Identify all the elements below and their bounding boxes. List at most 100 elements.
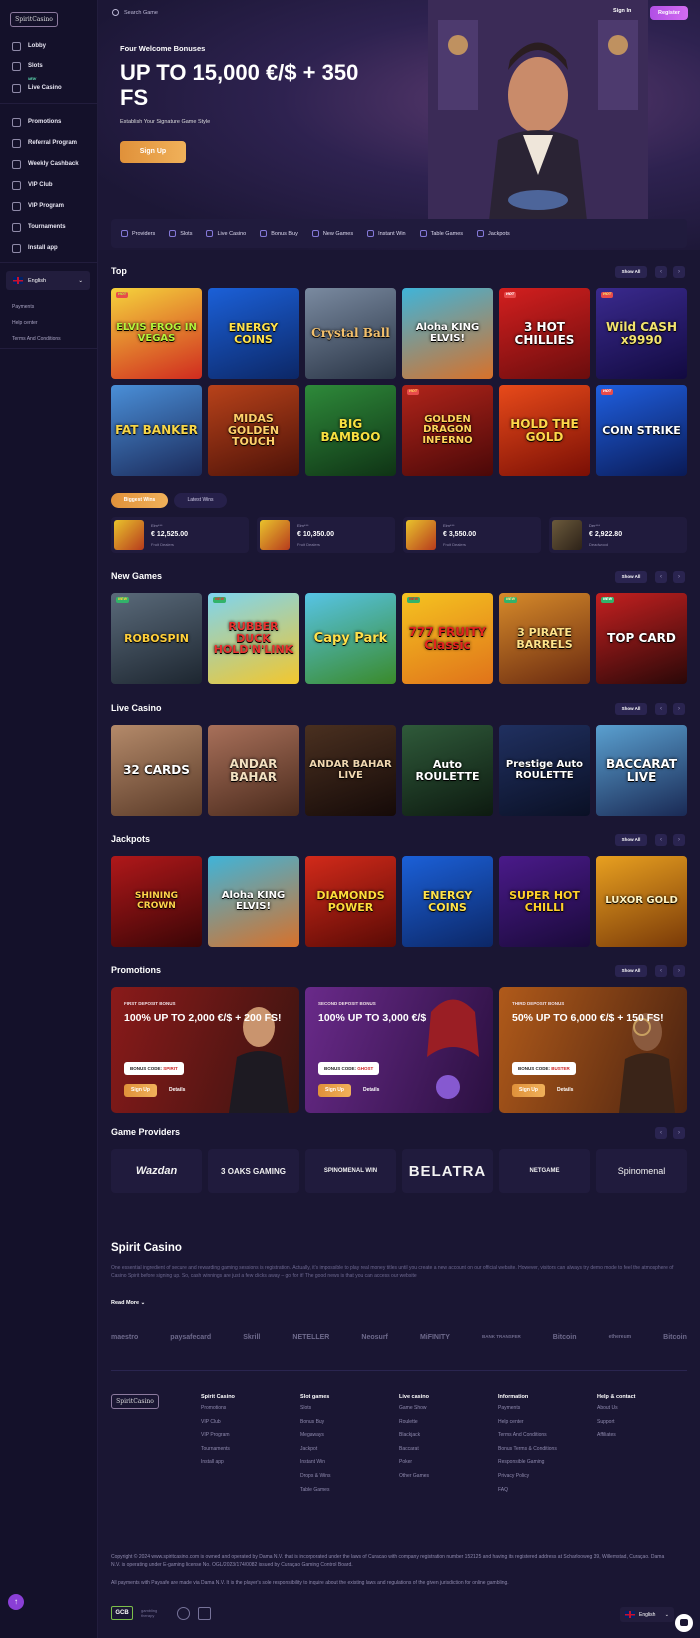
footer-link[interactable]: Privacy Policy [498, 1473, 557, 1487]
chevron-left-icon[interactable]: ‹ [655, 834, 667, 846]
footer-language-select[interactable]: English ⌄ [620, 1607, 674, 1622]
footer-link[interactable]: Support [597, 1419, 636, 1433]
game-tile[interactable]: LUXOR GOLD [596, 856, 687, 947]
sidebar-link-terms[interactable]: Terms And Conditions [12, 336, 61, 342]
provider-logo[interactable]: Wazdan [111, 1149, 202, 1193]
gambling-therapy-logo[interactable]: gambling therapy [141, 1608, 169, 1618]
chevron-right-icon[interactable]: › [673, 834, 685, 846]
game-tile[interactable]: ANDAR BAHAR LIVE [305, 725, 396, 816]
win-card[interactable]: Elm*** € 3,550.00 Fruit Dealers [403, 517, 541, 553]
provider-logo[interactable]: BELATRA [402, 1149, 493, 1193]
chevron-left-icon[interactable]: ‹ [655, 1127, 667, 1139]
chat-icon[interactable] [675, 1614, 693, 1632]
tab-bonus-buy[interactable]: Bonus Buy [260, 230, 298, 237]
game-tile[interactable]: Aloha KING ELVIS! [208, 856, 299, 947]
promo-details-link[interactable]: Details [169, 1087, 185, 1093]
promo-signup-button[interactable]: Sign Up [124, 1084, 157, 1097]
win-card[interactable]: Elm*** € 12,525.00 Fruit Dealers [111, 517, 249, 553]
footer-link[interactable]: Blackjack [399, 1432, 429, 1446]
footer-link[interactable]: FAQ [498, 1487, 557, 1501]
footer-link[interactable]: Slots [300, 1405, 331, 1419]
footer-link[interactable]: Instant Win [300, 1459, 331, 1473]
game-tile[interactable]: Crystal Ball [305, 288, 396, 379]
gcb-badge[interactable]: GCB [111, 1606, 133, 1620]
register-button[interactable]: Register [650, 6, 688, 20]
tab-latest-wins[interactable]: Latest Wins [174, 493, 227, 508]
sidebar-item-tournaments[interactable]: Tournaments [12, 221, 66, 233]
sidebar-item-install-app[interactable]: Install app [12, 242, 58, 254]
game-tile[interactable]: MIDAS GOLDEN TOUCH [208, 385, 299, 476]
game-tile[interactable]: NEW TOP CARD [596, 593, 687, 684]
game-tile[interactable]: Aloha KING ELVIS! [402, 288, 493, 379]
game-tile[interactable]: SUPER HOT CHILLI [499, 856, 590, 947]
game-tile[interactable]: 32 CARDS [111, 725, 202, 816]
tab-new-games[interactable]: New Games [311, 230, 353, 237]
provider-logo[interactable]: 3 OAKS GAMING [208, 1149, 299, 1193]
game-tile[interactable]: ANDAR BAHAR [208, 725, 299, 816]
game-tile[interactable]: Auto ROULETTE [402, 725, 493, 816]
read-more-button[interactable]: Read More ⌄ [111, 1300, 145, 1306]
chevron-left-icon[interactable]: ‹ [655, 266, 667, 278]
footer-link[interactable]: Game Show [399, 1405, 429, 1419]
game-tile[interactable]: ENERGY COINS [208, 288, 299, 379]
show-all-button[interactable]: Show All [615, 834, 647, 846]
footer-link[interactable]: Baccarat [399, 1446, 429, 1460]
footer-link[interactable]: Terms And Conditions [498, 1432, 557, 1446]
game-tile[interactable]: SHINING CROWN [111, 856, 202, 947]
provider-logo[interactable]: SPINOMENAL WIN [305, 1149, 396, 1193]
scroll-up-button[interactable]: ↑ [8, 1594, 24, 1610]
chevron-left-icon[interactable]: ‹ [655, 571, 667, 583]
promo-details-link[interactable]: Details [363, 1087, 379, 1093]
chevron-right-icon[interactable]: › [673, 266, 685, 278]
footer-link[interactable]: Help center [498, 1419, 557, 1433]
sidebar-item-lobby[interactable]: Lobby [12, 40, 46, 52]
footer-link[interactable]: About Us [597, 1405, 636, 1419]
tab-jackpots[interactable]: Jackpots [477, 230, 510, 237]
game-tile[interactable]: NEW RUBBER DUCK HOLD'N'LINK [208, 593, 299, 684]
game-tile[interactable]: NEW 3 PIRATE BARRELS [499, 593, 590, 684]
footer-link[interactable]: Table Games [300, 1487, 331, 1501]
footer-link[interactable]: VIP Club [201, 1419, 235, 1433]
game-tile[interactable]: HOLD THE GOLD [499, 385, 590, 476]
promo-details-link[interactable]: Details [557, 1087, 573, 1093]
chevron-right-icon[interactable]: › [673, 571, 685, 583]
tab-instant-win[interactable]: Instant Win [367, 230, 406, 237]
show-all-button[interactable]: Show All [615, 571, 647, 583]
sidebar-item-vip-program[interactable]: VIP Program [12, 200, 64, 212]
show-all-button[interactable]: Show All [615, 266, 647, 278]
footer-link[interactable]: VIP Program [201, 1432, 235, 1446]
sidebar-item-promotions[interactable]: Promotions [12, 116, 61, 128]
tab-table-games[interactable]: Table Games [419, 230, 463, 237]
footer-link[interactable]: Payments [498, 1405, 557, 1419]
provider-logo[interactable]: NETGAME [499, 1149, 590, 1193]
game-tile[interactable]: NEW ROBOSPIN [111, 593, 202, 684]
sidebar-item-cashback[interactable]: Weekly Cashback [12, 158, 79, 170]
footer-link[interactable]: Tournaments [201, 1446, 235, 1460]
game-tile[interactable]: BACCARAT LIVE [596, 725, 687, 816]
game-tile[interactable]: ENERGY COINS [402, 856, 493, 947]
show-all-button[interactable]: Show All [615, 703, 647, 715]
search-input[interactable]: Search Game [112, 9, 158, 16]
footer-link[interactable]: Bonus Buy [300, 1419, 331, 1433]
sidebar-item-vip-club[interactable]: VIP Club [12, 179, 53, 191]
tab-providers[interactable]: Providers [121, 230, 155, 237]
logo[interactable]: SpiritCasino [10, 12, 58, 27]
footer-link[interactable]: Poker [399, 1459, 429, 1473]
footer-link[interactable]: Promotions [201, 1405, 235, 1419]
promo-signup-button[interactable]: Sign Up [318, 1084, 351, 1097]
footer-link[interactable]: Megaways [300, 1432, 331, 1446]
sidebar-link-help[interactable]: Help center [12, 320, 38, 326]
footer-link[interactable]: Affiliates [597, 1432, 636, 1446]
footer-link[interactable]: Other Games [399, 1473, 429, 1487]
provider-logo[interactable]: Spinomenal [596, 1149, 687, 1193]
game-tile[interactable]: DIAMONDS POWER [305, 856, 396, 947]
chevron-left-icon[interactable]: ‹ [655, 965, 667, 977]
game-tile[interactable]: HOT GOLDEN DRAGON INFERNO [402, 385, 493, 476]
tab-live-casino[interactable]: Live Casino [206, 230, 246, 237]
game-tile[interactable]: NEW 777 FRUITY Classic [402, 593, 493, 684]
chevron-right-icon[interactable]: › [673, 965, 685, 977]
chevron-left-icon[interactable]: ‹ [655, 703, 667, 715]
game-tile[interactable]: Capy Park [305, 593, 396, 684]
game-tile[interactable]: Prestige Auto ROULETTE [499, 725, 590, 816]
footer-logo[interactable]: SpiritCasino [111, 1394, 159, 1409]
